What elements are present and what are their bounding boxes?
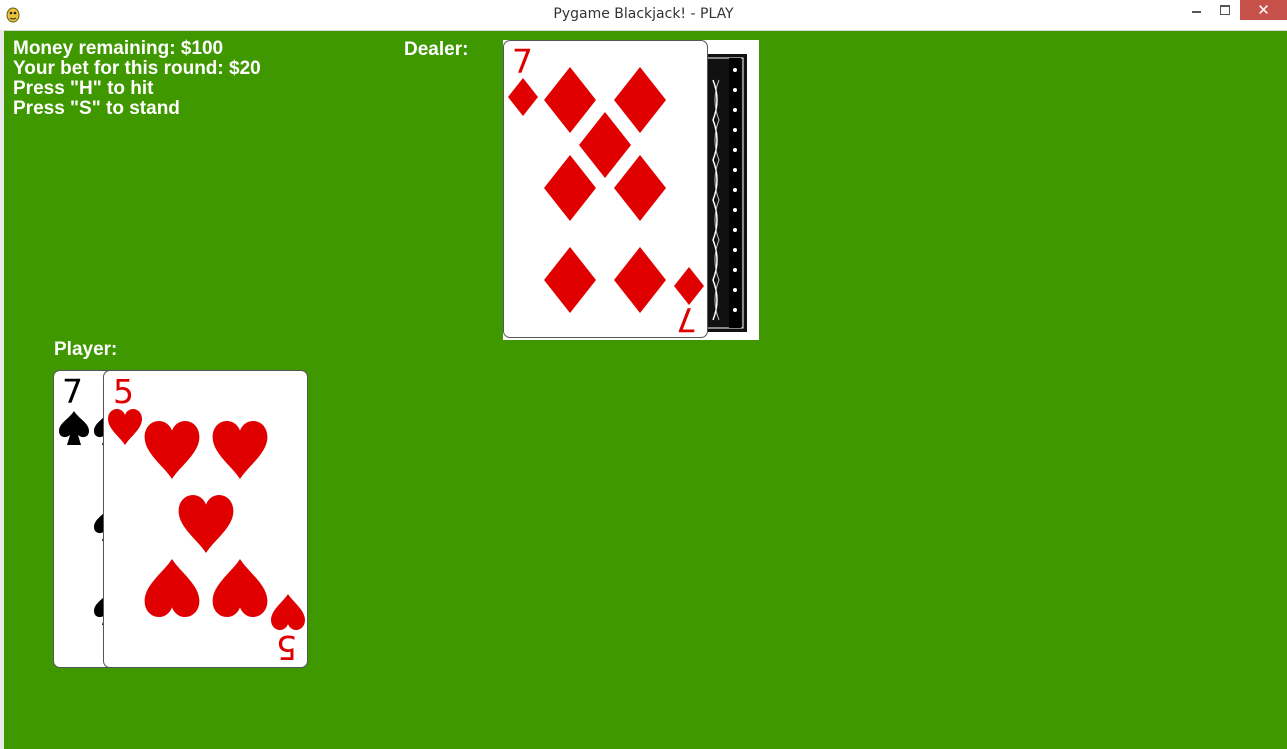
dealer-label: Dealer: (404, 39, 469, 60)
player-card-5-hearts: 5 5 (103, 370, 308, 668)
diamond-icon (544, 247, 596, 313)
game-table[interactable]: Money remaining: $100 Your bet for this … (4, 31, 1287, 749)
heart-icon (271, 594, 305, 630)
hit-instruction: Press "H" to hit (13, 78, 154, 99)
heart-icon (144, 421, 200, 479)
diamond-icon (508, 78, 538, 116)
money-remaining: Money remaining: $100 (13, 38, 224, 59)
close-icon: ✕ (1257, 1, 1270, 19)
window-title: Pygame Blackjack! - PLAY (553, 6, 734, 22)
minimize-button[interactable] (1180, 0, 1212, 20)
heart-icon (212, 559, 268, 617)
close-button[interactable]: ✕ (1240, 0, 1287, 20)
heart-icon (144, 559, 200, 617)
spade-icon (59, 411, 89, 445)
card-rank-inverted: 5 (276, 628, 297, 667)
card-rank: 7 (512, 42, 533, 81)
card-rank: 7 (62, 372, 83, 411)
hud-panel: Money remaining: $100 Your bet for this … (13, 39, 261, 119)
card-rank-inverted: 7 (676, 300, 697, 338)
dealer-card-7-diamonds: 7 7 (503, 40, 708, 338)
diamond-icon (544, 155, 596, 221)
heart-icon (212, 421, 268, 479)
diamond-icon (614, 247, 666, 313)
current-bet: Your bet for this round: $20 (13, 58, 261, 79)
minimize-icon (1191, 11, 1201, 13)
player-label: Player: (54, 339, 118, 360)
maximize-button[interactable] (1210, 0, 1240, 20)
stand-instruction: Press "S" to stand (13, 98, 180, 119)
window-titlebar[interactable]: Pygame Blackjack! - PLAY ✕ (0, 0, 1287, 31)
maximize-icon (1220, 5, 1230, 15)
heart-icon (108, 409, 142, 445)
heart-icon (178, 495, 234, 553)
card-rank: 5 (113, 372, 134, 411)
diamond-icon (614, 155, 666, 221)
